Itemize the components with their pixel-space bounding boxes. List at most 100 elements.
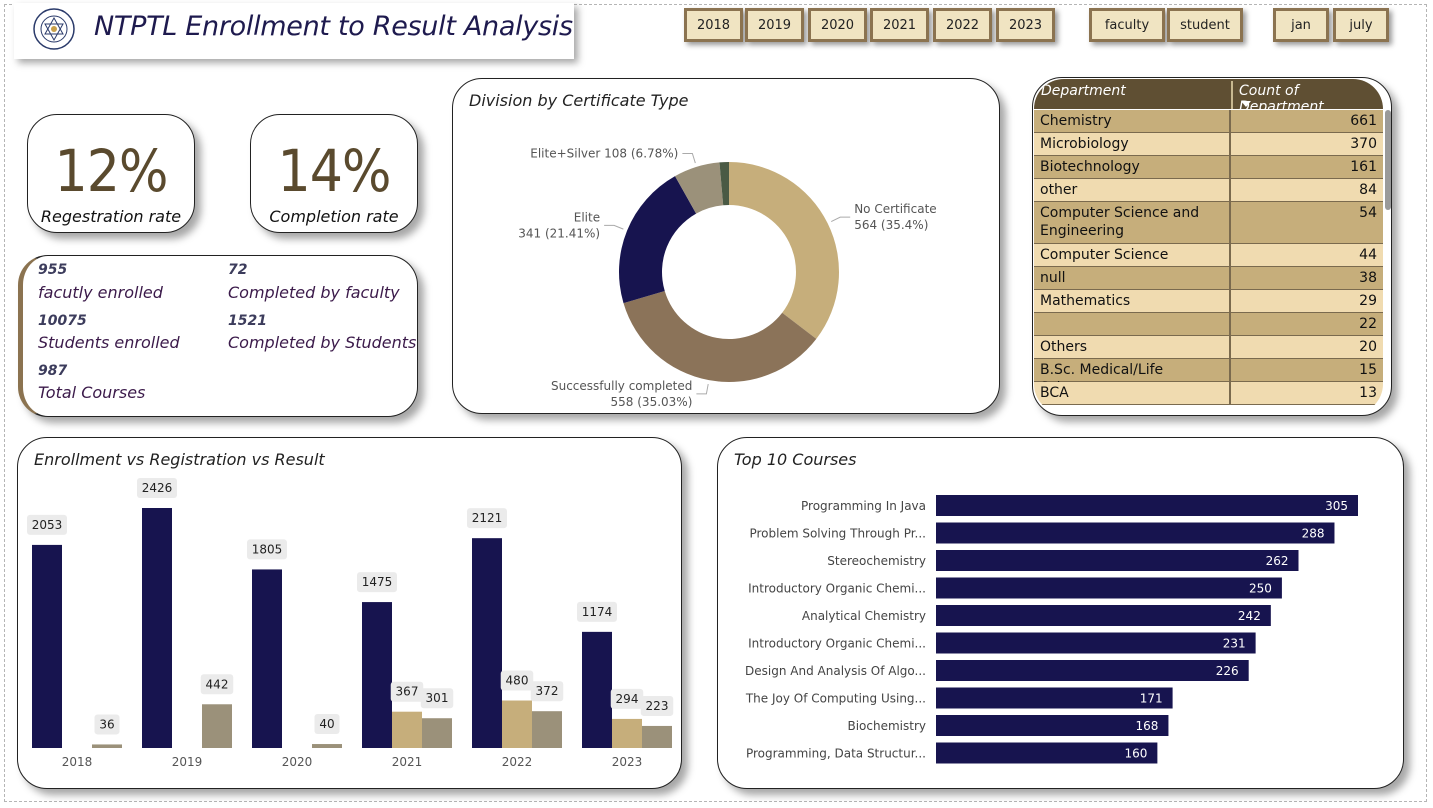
top-courses-card: Top 10 Courses Programming In Java 305 Pro…: [717, 437, 1404, 789]
donut-chart: No Certificate 564 (35.4%) Successfully co…: [518, 147, 936, 409]
completed-faculty-value: 72: [228, 262, 248, 278]
column-bar[interactable]: [392, 711, 422, 748]
donut-value-label: 564 (35.4%): [854, 218, 928, 232]
course-bar[interactable]: [936, 577, 1282, 599]
donut-category-label: No Certificate: [854, 202, 936, 216]
column-bar[interactable]: [502, 700, 532, 748]
completed-students-label: Completed by Students: [228, 333, 417, 352]
column-data-label: 1174: [582, 605, 613, 619]
completed-students-value: 1521: [228, 313, 267, 329]
university-logo-icon: [33, 8, 75, 50]
donut-leader-line: [682, 153, 696, 164]
slicer-month-july[interactable]: july: [1333, 8, 1389, 42]
column-bar[interactable]: [362, 602, 392, 748]
column-bar[interactable]: [422, 718, 452, 748]
table-row[interactable]: null 38: [1034, 267, 1383, 290]
column-bar[interactable]: [32, 544, 62, 748]
department-name-cell: [1034, 313, 1231, 335]
column-data-label: 2053: [32, 518, 63, 532]
slicer-year-2021[interactable]: 2021: [870, 8, 929, 42]
course-label: Biochemistry: [847, 719, 926, 733]
department-name-cell: B.Sc. Medical/Life Sciences: [1034, 359, 1231, 396]
course-value-label: 168: [1136, 719, 1159, 733]
department-count-cell: 54: [1359, 205, 1377, 221]
column-bar[interactable]: [642, 725, 672, 748]
course-bar[interactable]: [936, 632, 1256, 654]
department-table[interactable]: Department Count of Department Chemistry…: [1034, 79, 1383, 414]
course-label: Problem Solving Through Pr...: [749, 527, 926, 541]
title-banner: NTPTL Enrollment to Result Analysis: [14, 3, 574, 59]
header-department[interactable]: Department: [1041, 83, 1126, 99]
table-row[interactable]: Chemistry 661: [1034, 110, 1383, 133]
column-data-label: 223: [646, 699, 669, 713]
table-row[interactable]: Computer Science 44: [1034, 244, 1383, 267]
total-courses-value: 987: [38, 363, 68, 379]
donut-category-label: Elite: [574, 210, 600, 224]
column-chart: 2053 36 2018 2426 442 2019 1805 40 2020 1475 367 30…: [27, 478, 674, 769]
table-row[interactable]: 22: [1034, 313, 1383, 336]
slicer-year-2022[interactable]: 2022: [933, 8, 992, 42]
x-tick-label: 2018: [62, 755, 93, 769]
department-count-cell: 84: [1359, 182, 1377, 198]
column-data-label: 367: [396, 685, 419, 699]
faculty-enrolled-value: 955: [38, 262, 68, 278]
column-data-label: 301: [426, 691, 449, 705]
column-bar[interactable]: [532, 711, 562, 748]
course-bar[interactable]: [936, 660, 1249, 681]
column-bar[interactable]: [582, 631, 612, 748]
kpi-completion-label: Completion rate: [269, 207, 399, 226]
course-value-label: 242: [1238, 609, 1261, 623]
table-header: Department Count of Department: [1034, 79, 1383, 115]
column-bar[interactable]: [472, 538, 502, 748]
course-bar[interactable]: [936, 550, 1299, 571]
x-tick-label: 2023: [612, 755, 643, 769]
donut-data-label: Elite+Silver 108 (6.78%): [530, 147, 678, 161]
slicer-year-2020[interactable]: 2020: [808, 8, 867, 42]
donut-slice[interactable]: [623, 290, 817, 382]
course-value-label: 160: [1124, 747, 1147, 761]
column-bar[interactable]: [202, 704, 232, 748]
course-value-label: 231: [1223, 637, 1246, 651]
donut-slice[interactable]: [619, 176, 697, 304]
column-data-label: 442: [206, 677, 229, 691]
slicer-role-faculty[interactable]: faculty: [1089, 8, 1165, 42]
column-bar[interactable]: [92, 744, 122, 748]
slicer-year-2018[interactable]: 2018: [684, 8, 743, 42]
page-title: NTPTL Enrollment to Result Analysis: [94, 11, 573, 42]
column-bar[interactable]: [142, 508, 172, 748]
course-bar[interactable]: [936, 522, 1335, 544]
column-bar[interactable]: [252, 569, 282, 748]
slicer-year-2019[interactable]: 2019: [745, 8, 804, 42]
table-scrollbar[interactable]: [1385, 110, 1391, 210]
department-count-cell: 44: [1359, 247, 1377, 263]
donut-slice[interactable]: [729, 162, 839, 339]
table-row[interactable]: Mathematics 29: [1034, 290, 1383, 313]
table-row[interactable]: BCA 13: [1034, 382, 1383, 405]
department-count-cell: 15: [1359, 362, 1377, 378]
course-bar[interactable]: [936, 605, 1271, 626]
department-count-cell: 370: [1350, 136, 1377, 152]
department-count-cell: 22: [1359, 316, 1377, 332]
slicer-year-2023[interactable]: 2023: [996, 8, 1055, 42]
table-row[interactable]: Microbiology 370: [1034, 133, 1383, 156]
table-row[interactable]: Biotechnology 161: [1034, 156, 1383, 179]
course-bar[interactable]: [936, 715, 1169, 736]
kpi-registration-card: 12% Regestration rate: [27, 114, 195, 233]
sort-desc-icon[interactable]: [1241, 101, 1251, 107]
table-row[interactable]: Computer Science and Engineering 54: [1034, 202, 1383, 244]
table-row[interactable]: B.Sc. Medical/Life Sciences 15: [1034, 359, 1383, 396]
donut-value-label: 558 (35.03%): [611, 395, 693, 409]
slicer-role-student[interactable]: student: [1167, 8, 1243, 42]
column-bar[interactable]: [612, 718, 642, 748]
column-bar[interactable]: [312, 744, 342, 748]
column-data-label: 2426: [142, 481, 173, 495]
x-tick-label: 2022: [502, 755, 533, 769]
slicer-month-jan[interactable]: jan: [1273, 8, 1329, 42]
donut-leader-line: [696, 383, 709, 395]
table-row[interactable]: Others 20: [1034, 336, 1383, 359]
course-bar[interactable]: [936, 687, 1173, 709]
department-count-cell: 661: [1350, 113, 1377, 129]
total-courses-label: Total Courses: [38, 383, 146, 402]
table-row[interactable]: other 84: [1034, 179, 1383, 202]
course-bar[interactable]: [936, 495, 1358, 516]
